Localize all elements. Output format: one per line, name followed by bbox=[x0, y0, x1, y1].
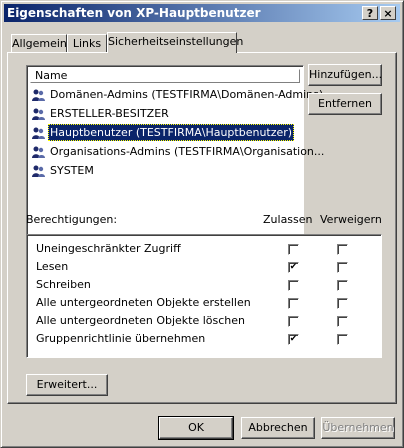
deny-checkbox[interactable] bbox=[337, 262, 348, 273]
group-icon bbox=[31, 164, 45, 178]
tab-links[interactable]: Links bbox=[67, 34, 107, 52]
deny-checkbox[interactable] bbox=[337, 334, 348, 345]
allow-checkbox[interactable] bbox=[288, 316, 299, 327]
tab-security[interactable]: Sicherheitseinstellungen bbox=[107, 32, 243, 53]
principal-item[interactable]: Domänen-Admins (TESTFIRMA\Domänen-Admins… bbox=[31, 86, 325, 103]
title-bar[interactable]: Eigenschaften von XP-Hauptbenutzer ? × bbox=[4, 4, 400, 22]
properties-dialog: Eigenschaften von XP-Hauptbenutzer ? × A… bbox=[0, 0, 404, 448]
group-icon bbox=[31, 126, 45, 140]
deny-checkbox[interactable] bbox=[337, 244, 348, 255]
tab-allgemein[interactable]: Allgemein bbox=[11, 34, 67, 52]
permission-label: Lesen bbox=[36, 260, 69, 273]
allow-checkbox[interactable] bbox=[288, 244, 299, 255]
permission-label: Gruppenrichtlinie übernehmen bbox=[36, 332, 206, 345]
allow-checkbox[interactable] bbox=[288, 298, 299, 309]
allow-column-header: Zulassen bbox=[263, 213, 313, 226]
permission-label: Uneingeschränkter Zugriff bbox=[36, 242, 181, 255]
deny-column-header: Verweigern bbox=[320, 213, 382, 226]
principal-list[interactable]: Name Domänen-Admins (TESTFIRMA\Domänen-A… bbox=[26, 65, 324, 257]
principal-label: ERSTELLER-BESITZER bbox=[50, 107, 169, 120]
add-button[interactable]: Hinzufügen... bbox=[308, 64, 382, 86]
window-title: Eigenschaften von XP-Hauptbenutzer bbox=[7, 6, 261, 20]
cancel-button[interactable]: Abbrechen bbox=[241, 417, 315, 439]
principal-label: Domänen-Admins (TESTFIRMA\Domänen-Admins… bbox=[50, 88, 324, 101]
apply-button[interactable]: Übernehmen bbox=[321, 417, 395, 439]
principal-item[interactable]: Hauptbenutzer (TESTFIRMA\Hauptbenutzer) bbox=[31, 124, 295, 141]
remove-button[interactable]: Entfernen bbox=[308, 93, 382, 115]
close-button[interactable]: × bbox=[380, 6, 396, 20]
advanced-button[interactable]: Erweitert... bbox=[26, 374, 108, 396]
deny-checkbox[interactable] bbox=[337, 280, 348, 291]
ok-button[interactable]: OK bbox=[158, 416, 234, 440]
deny-checkbox[interactable] bbox=[337, 298, 348, 309]
permission-label: Alle untergeordneten Objekte erstellen bbox=[36, 296, 251, 309]
permission-label: Schreiben bbox=[36, 278, 91, 291]
security-tab-panel: Name Domänen-Admins (TESTFIRMA\Domänen-A… bbox=[7, 52, 397, 404]
principal-item[interactable]: SYSTEM bbox=[31, 162, 96, 179]
permission-label: Alle untergeordneten Objekte löschen bbox=[36, 314, 246, 327]
allow-checkbox[interactable] bbox=[288, 280, 299, 291]
group-icon bbox=[31, 145, 45, 159]
principal-item[interactable]: ERSTELLER-BESITZER bbox=[31, 105, 171, 122]
group-icon bbox=[31, 88, 45, 102]
principal-label: Hauptbenutzer (TESTFIRMA\Hauptbenutzer) bbox=[48, 124, 295, 141]
column-header-name[interactable]: Name bbox=[30, 69, 300, 83]
help-button[interactable]: ? bbox=[362, 6, 378, 20]
deny-checkbox[interactable] bbox=[337, 316, 348, 327]
permissions-list[interactable]: Uneingeschränkter Zugriff Lesen ✔ Schreiben… bbox=[26, 234, 382, 358]
permissions-label: Berechtigungen: bbox=[26, 213, 118, 226]
principal-item[interactable]: Organisations-Admins (TESTFIRMA\Organisa… bbox=[31, 143, 326, 160]
group-icon bbox=[31, 107, 45, 121]
allow-checkbox[interactable]: ✔ bbox=[288, 262, 299, 273]
allow-checkbox[interactable]: ✔ bbox=[288, 334, 299, 345]
principal-label: SYSTEM bbox=[50, 164, 94, 177]
principal-label: Organisations-Admins (TESTFIRMA\Organisa… bbox=[50, 145, 325, 158]
